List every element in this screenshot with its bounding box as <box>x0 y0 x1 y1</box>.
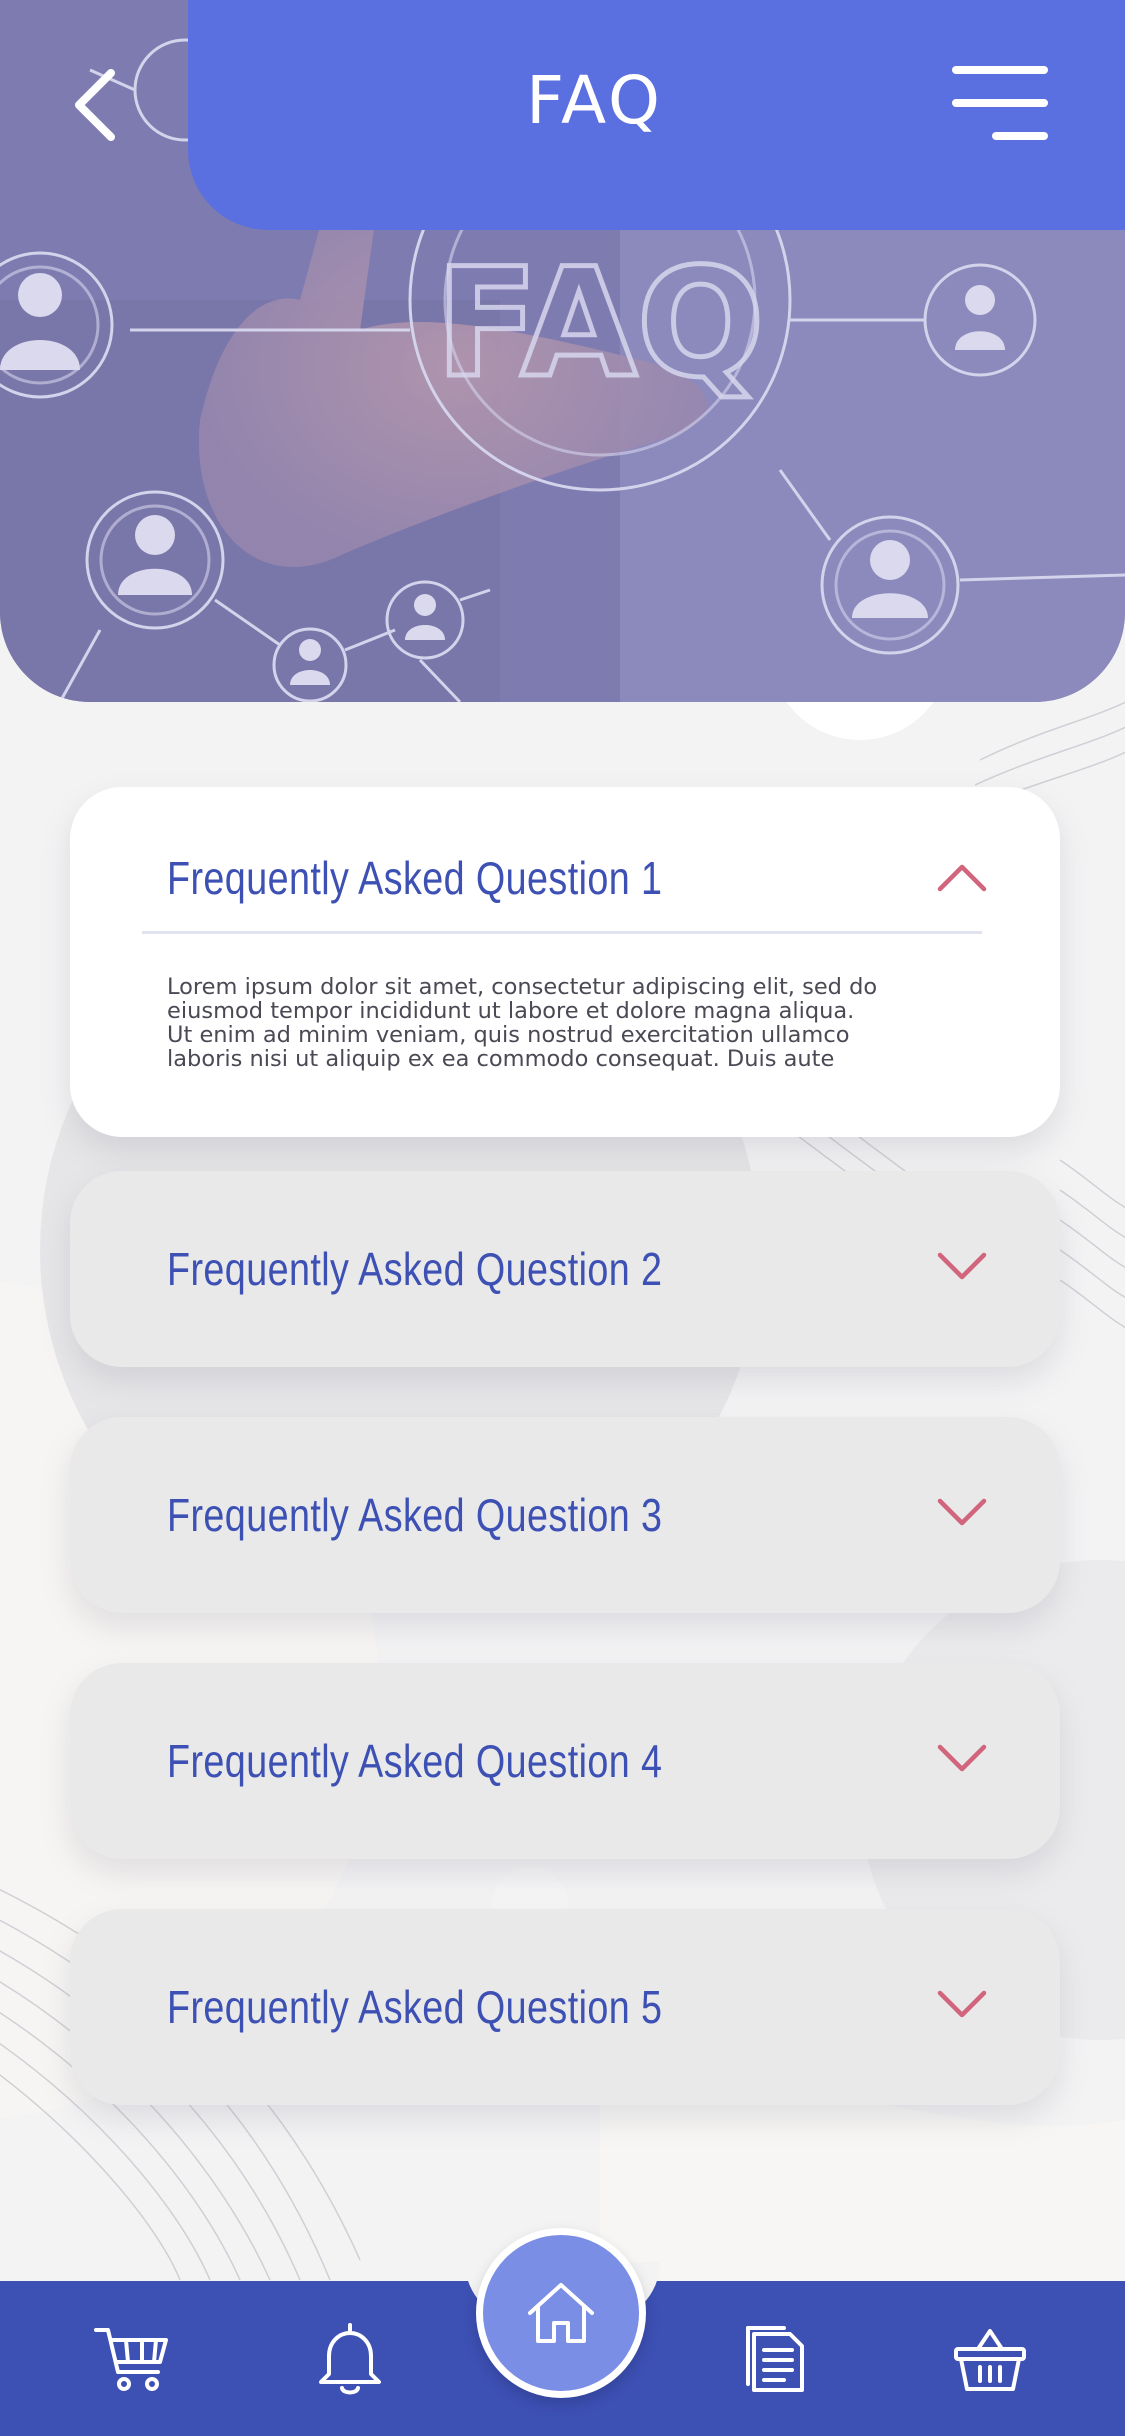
back-button[interactable] <box>50 50 140 160</box>
cart-icon <box>94 2328 168 2391</box>
faq-question[interactable]: Frequently Asked Question 4 <box>167 1663 662 1859</box>
nav-basket-button[interactable] <box>950 2320 1030 2400</box>
chevron-down-icon[interactable] <box>934 1739 990 1779</box>
faq-item-2[interactable]: Frequently Asked Question 2 <box>70 1171 1060 1367</box>
chevron-down-icon[interactable] <box>934 1493 990 1533</box>
page-title: FAQ <box>526 62 663 139</box>
faq-item-3[interactable]: Frequently Asked Question 3 <box>70 1417 1060 1613</box>
nav-cart-button[interactable] <box>92 2320 172 2400</box>
faq-question[interactable]: Frequently Asked Question 1 <box>167 787 662 969</box>
faq-item-5[interactable]: Frequently Asked Question 5 <box>70 1909 1060 2105</box>
basket-icon <box>954 2329 1026 2391</box>
document-icon <box>746 2326 804 2392</box>
nav-documents-button[interactable] <box>736 2320 816 2400</box>
faq-screen: FAQ FAQ Frequently Asked Question 1 Lore… <box>0 0 1125 2436</box>
chevron-down-icon[interactable] <box>934 1247 990 1287</box>
faq-question[interactable]: Frequently Asked Question 2 <box>167 1171 662 1367</box>
faq-answer: Lorem ipsum dolor sit amet, consectetur … <box>167 974 878 1072</box>
chevron-down-icon[interactable] <box>934 1985 990 2025</box>
faq-question[interactable]: Frequently Asked Question 5 <box>167 1909 662 2105</box>
faq-item-4[interactable]: Frequently Asked Question 4 <box>70 1663 1060 1859</box>
chevron-left-icon <box>75 69 115 141</box>
bell-icon <box>319 2323 381 2395</box>
menu-button[interactable] <box>952 66 1048 140</box>
chevron-up-icon[interactable] <box>934 857 990 897</box>
home-icon <box>528 2283 594 2343</box>
divider <box>142 931 982 934</box>
hamburger-menu-icon <box>952 66 1048 74</box>
faq-item-1[interactable]: Frequently Asked Question 1 Lorem ipsum … <box>70 787 1060 1137</box>
nav-home-button[interactable] <box>476 2228 646 2398</box>
nav-notifications-button[interactable] <box>310 2320 390 2400</box>
faq-question[interactable]: Frequently Asked Question 3 <box>167 1417 662 1613</box>
